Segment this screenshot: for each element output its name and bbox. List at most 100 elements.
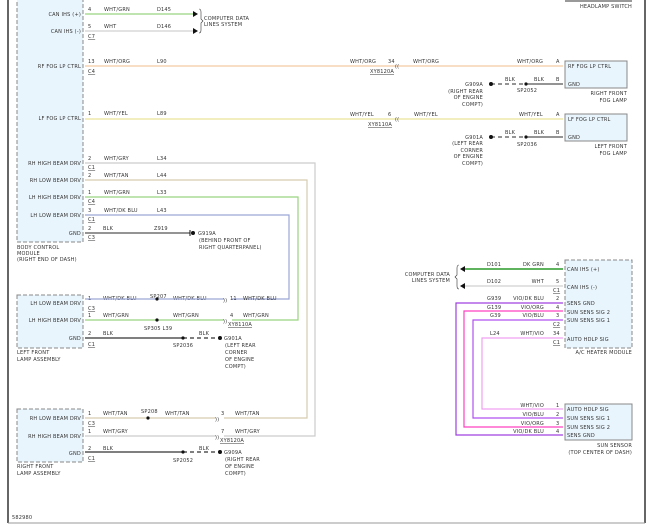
lf-gnd-wire2: BLK (534, 130, 545, 136)
svg-text:WHT/ORG: WHT/ORG (104, 59, 130, 65)
svg-text:OF ENGINE: OF ENGINE (454, 154, 483, 160)
wire-lh-low-beam (85, 214, 290, 300)
svg-text:G901A: G901A (224, 336, 242, 342)
svg-text:GND: GND (69, 336, 81, 342)
svg-text:WHT/TAN: WHT/TAN (165, 411, 190, 417)
svg-text:RH HIGH BEAM DRV: RH HIGH BEAM DRV (28, 434, 81, 440)
svg-text:LH LOW BEAM DRV: LH LOW BEAM DRV (30, 213, 81, 219)
sun-sensor-name: SUN SENSOR (597, 443, 632, 449)
svg-text:11: 11 (230, 296, 237, 302)
svg-text:L33: L33 (157, 190, 167, 196)
rf-fog-name2: FOG LAMP (599, 98, 627, 104)
svg-text:BLK: BLK (199, 446, 210, 452)
lf-ground-label: G901A (LEFT REAR CORNER OF ENGINE COMPT) (452, 135, 483, 167)
svg-text:WHT/VIO: WHT/VIO (520, 331, 544, 337)
svg-text:C1: C1 (88, 342, 95, 348)
svg-text:COMPT): COMPT) (225, 471, 246, 477)
svg-text:1: 1 (88, 190, 91, 196)
svg-text:3: 3 (556, 421, 559, 427)
svg-text:L43: L43 (157, 208, 167, 214)
svg-text:OF ENGINE: OF ENGINE (454, 95, 483, 101)
brace-icon (198, 8, 204, 34)
rf-fog-pin-b: B (556, 77, 560, 83)
svg-text:G909A: G909A (465, 82, 483, 88)
svg-text:1: 1 (88, 411, 91, 417)
svg-text:BLK: BLK (103, 331, 114, 337)
svg-text:SP208: SP208 (141, 409, 158, 415)
svg-text:SP305 L39: SP305 L39 (144, 326, 172, 332)
svg-text:AUTO HDLP SIG: AUTO HDLP SIG (567, 337, 609, 343)
svg-text:WHT/GRN: WHT/GRN (243, 313, 269, 319)
svg-text:GND: GND (69, 231, 81, 237)
svg-text:5: 5 (556, 279, 559, 285)
lf-fog-name: LEFT FRONT (595, 144, 628, 150)
svg-text:34: 34 (553, 331, 560, 337)
left-lamp-ground-label: G901A (LEFT REARCORNER OF ENGINECOMPT) (224, 336, 256, 370)
svg-text:VIO/BLU: VIO/BLU (522, 313, 544, 319)
svg-text:2: 2 (88, 226, 91, 232)
svg-text:5: 5 (88, 24, 91, 30)
svg-text:DK GRN: DK GRN (523, 262, 544, 268)
lf-fog-inline-connector: XY8110A (368, 122, 392, 128)
lf-fog-name2: FOG LAMP (599, 151, 627, 157)
ground-icon (489, 135, 493, 139)
svg-text:G139: G139 (487, 305, 501, 311)
rf-gnd-wire2: BLK (534, 77, 545, 83)
ground-g919a-loc2: RIGHT QUARTERPANEL) (199, 245, 262, 251)
svg-text:7: 7 (221, 429, 224, 435)
right-lamp-name2: LAMP ASSEMBLY (17, 471, 61, 477)
arrow-icon (193, 11, 198, 34)
svg-text:WHT/TAN: WHT/TAN (235, 411, 260, 417)
svg-text:SUN SENS SIG 2: SUN SENS SIG 2 (567, 425, 610, 431)
rf-fog-wire-color: WHT/ORG (350, 59, 376, 65)
ground-g919a-id: G919A (198, 231, 216, 237)
svg-text:WHT/DK BLU: WHT/DK BLU (243, 296, 277, 302)
ac-computer-data-lines-label-2: LINES SYSTEM (412, 278, 450, 284)
svg-text:L24: L24 (490, 331, 500, 337)
connector-icon: )) (223, 319, 227, 325)
svg-text:WHT/GRN: WHT/GRN (104, 7, 130, 13)
svg-text:SP2036: SP2036 (173, 343, 193, 349)
svg-text:BLK: BLK (103, 226, 114, 232)
svg-text:SENS GND: SENS GND (567, 433, 595, 439)
svg-text:WHT/GRN: WHT/GRN (103, 313, 129, 319)
left-lamp-name2: LAMP ASSEMBLY (17, 357, 61, 363)
svg-text:2: 2 (556, 412, 559, 418)
svg-text:WHT/TAN: WHT/TAN (104, 173, 129, 179)
svg-text:C3: C3 (88, 421, 95, 427)
svg-text:2: 2 (556, 296, 559, 302)
splice-icon (181, 336, 185, 340)
svg-text:C1: C1 (88, 217, 95, 223)
ground-g919a-loc: (BEHIND FRONT OF (199, 238, 251, 244)
arrow-icon (460, 266, 465, 289)
svg-text:C4: C4 (88, 69, 95, 75)
left-lamp-name: LEFT FRONT (17, 350, 50, 356)
svg-text:WHT/GRY: WHT/GRY (235, 429, 261, 435)
svg-text:D146: D146 (157, 24, 171, 30)
ground-icon (218, 450, 222, 454)
wire-sens-gnd (455, 302, 563, 436)
svg-text:COMPT): COMPT) (462, 161, 483, 167)
svg-text:VIO/ORG: VIO/ORG (521, 421, 544, 427)
computer-data-lines-label-2: LINES SYSTEM (204, 22, 242, 28)
lf-fog-wire-color-3: WHT/YEL (519, 112, 543, 118)
svg-text:1: 1 (88, 313, 91, 319)
svg-text:SUN SENS SIG 1: SUN SENS SIG 1 (567, 318, 610, 324)
svg-text:LH HIGH BEAM DRV: LH HIGH BEAM DRV (29, 195, 82, 201)
lf-fog-wire-color-2: WHT/YEL (414, 112, 438, 118)
svg-text:C3: C3 (88, 235, 95, 241)
connector-icon: (( (395, 64, 399, 70)
rf-splice: SP2052 (517, 88, 537, 94)
svg-text:WHT/GRN: WHT/GRN (104, 190, 130, 196)
svg-text:G909A: G909A (224, 450, 242, 456)
svg-text:RF FOG LP CTRL: RF FOG LP CTRL (38, 64, 81, 70)
svg-text:2: 2 (88, 331, 91, 337)
svg-text:WHT/DK BLU: WHT/DK BLU (104, 208, 138, 214)
lf-fog-inline-pin: 6 (388, 112, 391, 118)
headlamp-switch-label: HEADLAMP SWITCH (580, 4, 632, 10)
svg-text:WHT/GRY: WHT/GRY (103, 429, 129, 435)
svg-text:D102: D102 (487, 279, 501, 285)
svg-text:LH HIGH BEAM DRV: LH HIGH BEAM DRV (29, 318, 82, 324)
svg-text:(RIGHT REAR: (RIGHT REAR (225, 457, 260, 463)
ground-icon (189, 230, 195, 236)
